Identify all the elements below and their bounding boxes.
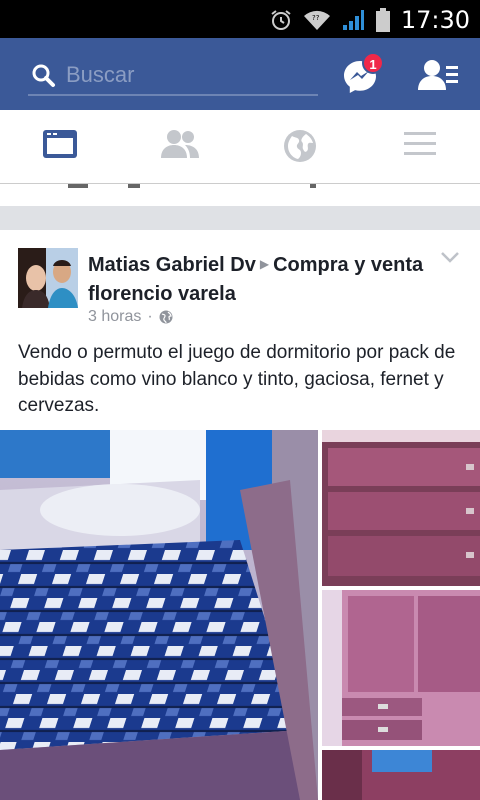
- meta-separator: ·: [147, 308, 153, 325]
- post-meta: 3 horas ·: [88, 308, 173, 326]
- post-options-button[interactable]: [440, 250, 460, 269]
- photo-grid: [0, 430, 480, 800]
- friend-requests-icon: [418, 60, 458, 90]
- photo-wardrobe[interactable]: [322, 590, 480, 746]
- arrow-right-icon: ▶: [259, 257, 270, 271]
- globe-privacy-icon: [159, 310, 173, 324]
- friend-requests-button[interactable]: [418, 56, 460, 96]
- post-text: Vendo o permuto el juego de dormitorio p…: [18, 342, 456, 416]
- search-input[interactable]: Buscar: [28, 56, 318, 96]
- friends-icon: [161, 130, 199, 158]
- post-time[interactable]: 3 horas: [88, 308, 141, 326]
- alarm-icon: [271, 10, 291, 30]
- svg-text:??: ??: [312, 14, 320, 22]
- previous-post-edge: [0, 184, 480, 206]
- clock: 17:30: [400, 6, 470, 34]
- photo-third[interactable]: [322, 750, 480, 800]
- post-header: Matias Gabriel Dv ▶ Compra y venta florenc…: [88, 252, 428, 308]
- news-feed-icon: [43, 130, 77, 158]
- messenger-badge: 1: [362, 52, 384, 74]
- signal-icon: [342, 10, 364, 30]
- battery-icon: [375, 8, 390, 32]
- status-bar: ?? 17:30: [0, 0, 480, 38]
- wifi-icon: ??: [303, 10, 330, 30]
- photo-bed[interactable]: [0, 430, 318, 800]
- search-placeholder: Buscar: [66, 62, 135, 87]
- profile-photo: [18, 248, 78, 308]
- globe-icon: [284, 130, 316, 162]
- tab-news-feed[interactable]: [42, 128, 82, 164]
- top-bar: Buscar 1: [0, 38, 480, 110]
- tab-notifications[interactable]: [282, 128, 322, 164]
- tab-friends[interactable]: [161, 128, 201, 164]
- search-icon: [32, 64, 55, 87]
- feed-post: Matias Gabriel Dv ▶ Compra y venta florenc…: [0, 230, 480, 800]
- photo-dresser[interactable]: [322, 430, 480, 586]
- menu-icon: [404, 132, 436, 155]
- feed-divider: [0, 206, 480, 230]
- tab-more[interactable]: [402, 128, 442, 164]
- author-name[interactable]: Matias Gabriel Dv: [88, 254, 256, 276]
- chevron-down-icon: [441, 252, 459, 263]
- avatar[interactable]: [18, 248, 78, 308]
- tab-bar: [0, 110, 480, 184]
